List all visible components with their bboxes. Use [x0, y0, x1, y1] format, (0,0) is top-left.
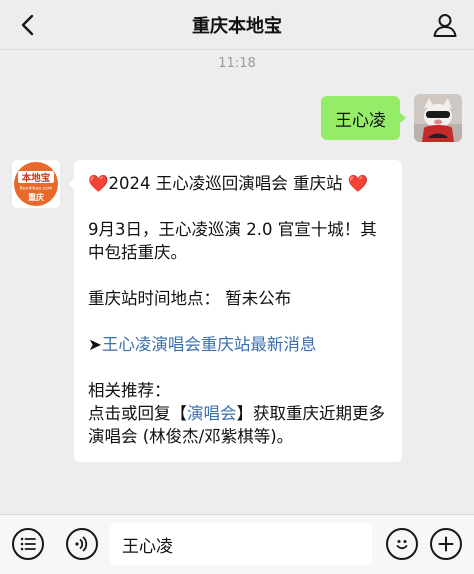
emoji-icon [396, 540, 408, 550]
svg-text:本地宝: 本地宝 [22, 172, 51, 184]
recommendation-text: 点击或回复【演唱会】获取重庆近期更多演唱会 (林俊杰/邓紫棋等)。 [88, 402, 390, 448]
heart-icon: ❤️ [88, 174, 109, 193]
recommendation-prefix: 点击或回复【 [88, 404, 187, 423]
reply-title-text: 2024 王心凌巡回演唱会 重庆站 [108, 174, 343, 193]
list-menu-icon [20, 537, 36, 551]
reply-title: ❤️2024 王心凌巡回演唱会 重庆站 ❤️ [88, 172, 390, 195]
sent-message-text: 王心凌 [335, 110, 386, 131]
chat-header: 重庆本地宝 [0, 0, 474, 50]
reply-paragraph-announcement: 9月3日，王心凌巡演 2.0 官宣十城！其中包括重庆。 [88, 220, 377, 262]
message-timestamp: 11:18 [218, 56, 256, 71]
voice-icon [75, 536, 88, 552]
more-button[interactable] [430, 528, 462, 560]
menu-button[interactable] [12, 528, 44, 560]
latest-news-link[interactable]: 王心凌演唱会重庆站最新消息 [102, 335, 317, 354]
voice-button[interactable] [66, 528, 98, 560]
svg-text:重庆: 重庆 [28, 192, 44, 202]
heart-icon: ❤️ [347, 174, 369, 193]
concert-keyword-link[interactable]: 演唱会 [187, 404, 237, 423]
reply-link-row[interactable]: ➤王心凌演唱会重庆站最新消息 [88, 333, 390, 356]
bendibao-logo: 本地宝 Bendibao.com 重庆 [14, 162, 58, 206]
person-icon [433, 14, 457, 37]
bot-message-bubble: ❤️2024 王心凌巡回演唱会 重庆站 ❤️ 9月3日，王心凌巡演 2.0 官宣… [68, 160, 402, 462]
my-avatar[interactable] [414, 94, 462, 142]
arrow-icon: ➤ [88, 335, 102, 354]
sent-message-bubble[interactable]: 王心凌 [321, 96, 406, 140]
page-title: 重庆本地宝 [192, 16, 282, 37]
reply-paragraph-venue: 重庆站时间地点： 暂未公布 [88, 289, 292, 308]
profile-button[interactable] [428, 8, 462, 42]
message-input[interactable]: 王心凌 [110, 523, 372, 565]
input-bar: 王心凌 [0, 514, 474, 574]
bot-avatar[interactable]: 本地宝 Bendibao.com 重庆 [12, 160, 60, 208]
cat-avatar-image [414, 94, 462, 142]
message-input-value: 王心凌 [122, 536, 173, 557]
recommendation-label: 相关推荐： [88, 381, 171, 400]
emoji-button[interactable] [386, 528, 418, 560]
plus-icon [438, 536, 454, 552]
svg-text:Bendibao.com: Bendibao.com [20, 186, 53, 192]
